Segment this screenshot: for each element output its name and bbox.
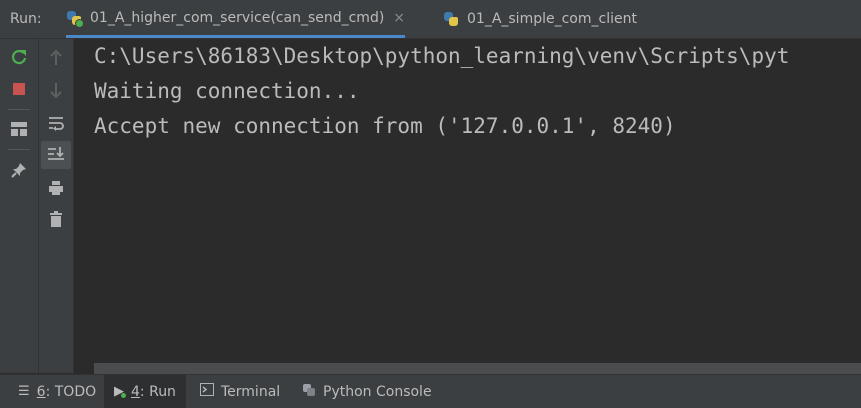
stop-icon[interactable]: [9, 79, 29, 99]
trash-icon[interactable]: [46, 209, 66, 229]
run-tab-label: : Run: [139, 383, 176, 400]
rerun-icon[interactable]: [9, 47, 29, 67]
run-tab[interactable]: ▶ 4 : Run: [104, 375, 186, 408]
down-arrow-icon[interactable]: [46, 80, 66, 100]
soft-wrap-icon[interactable]: [46, 113, 66, 133]
console-line: Waiting connection...: [94, 79, 360, 103]
run-tab-number: 4: [131, 383, 140, 400]
list-icon: ☰: [18, 384, 30, 399]
todo-tab-number: 6: [36, 383, 46, 400]
console-line: C:\Users\86183\Desktop\python_learning\v…: [94, 44, 790, 68]
close-icon[interactable]: ×: [393, 10, 405, 26]
horizontal-scrollbar[interactable]: [94, 363, 861, 374]
scroll-to-end-button[interactable]: [41, 141, 71, 169]
python-file-icon: [443, 11, 459, 27]
run-toolbar-primary: [0, 39, 39, 373]
run-label: Run:: [10, 11, 42, 27]
scroll-to-end-icon: [48, 147, 64, 160]
pin-icon[interactable]: [9, 160, 29, 180]
terminal-icon: [200, 383, 214, 400]
terminal-tab[interactable]: Terminal: [200, 375, 280, 408]
console-output[interactable]: C:\Users\86183\Desktop\python_learning\v…: [74, 39, 861, 363]
tab-higher-com-service[interactable]: 01_A_higher_com_service(can_send_cmd) ×: [66, 0, 406, 38]
todo-tab-label: : TODO: [45, 383, 97, 400]
print-icon[interactable]: [46, 178, 66, 198]
python-file-icon: [66, 10, 84, 28]
tab-simple-com-client[interactable]: 01_A_simple_com_client: [443, 0, 637, 38]
console-line: Accept new connection from ('127.0.0.1',…: [94, 114, 676, 138]
layout-icon[interactable]: [9, 119, 29, 139]
python-console-tab-label: Python Console: [323, 383, 432, 400]
terminal-tab-label: Terminal: [221, 383, 281, 400]
tool-window-bar: ☰ 6 : TODO ▶ 4 : Run Terminal Python Con…: [0, 374, 861, 408]
run-tab-bar: Run: 01_A_higher_com_service(can_send_cm…: [0, 0, 861, 39]
tab-label: 01_A_simple_com_client: [467, 11, 637, 27]
todo-tab[interactable]: ☰ 6 : TODO: [14, 375, 100, 408]
python-icon: [302, 383, 316, 401]
run-toolbar-secondary: [39, 39, 74, 373]
run-icon: ▶: [114, 384, 126, 399]
tab-label: 01_A_higher_com_service(can_send_cmd): [90, 9, 385, 26]
up-arrow-icon[interactable]: [46, 48, 66, 68]
python-console-tab[interactable]: Python Console: [302, 375, 432, 408]
